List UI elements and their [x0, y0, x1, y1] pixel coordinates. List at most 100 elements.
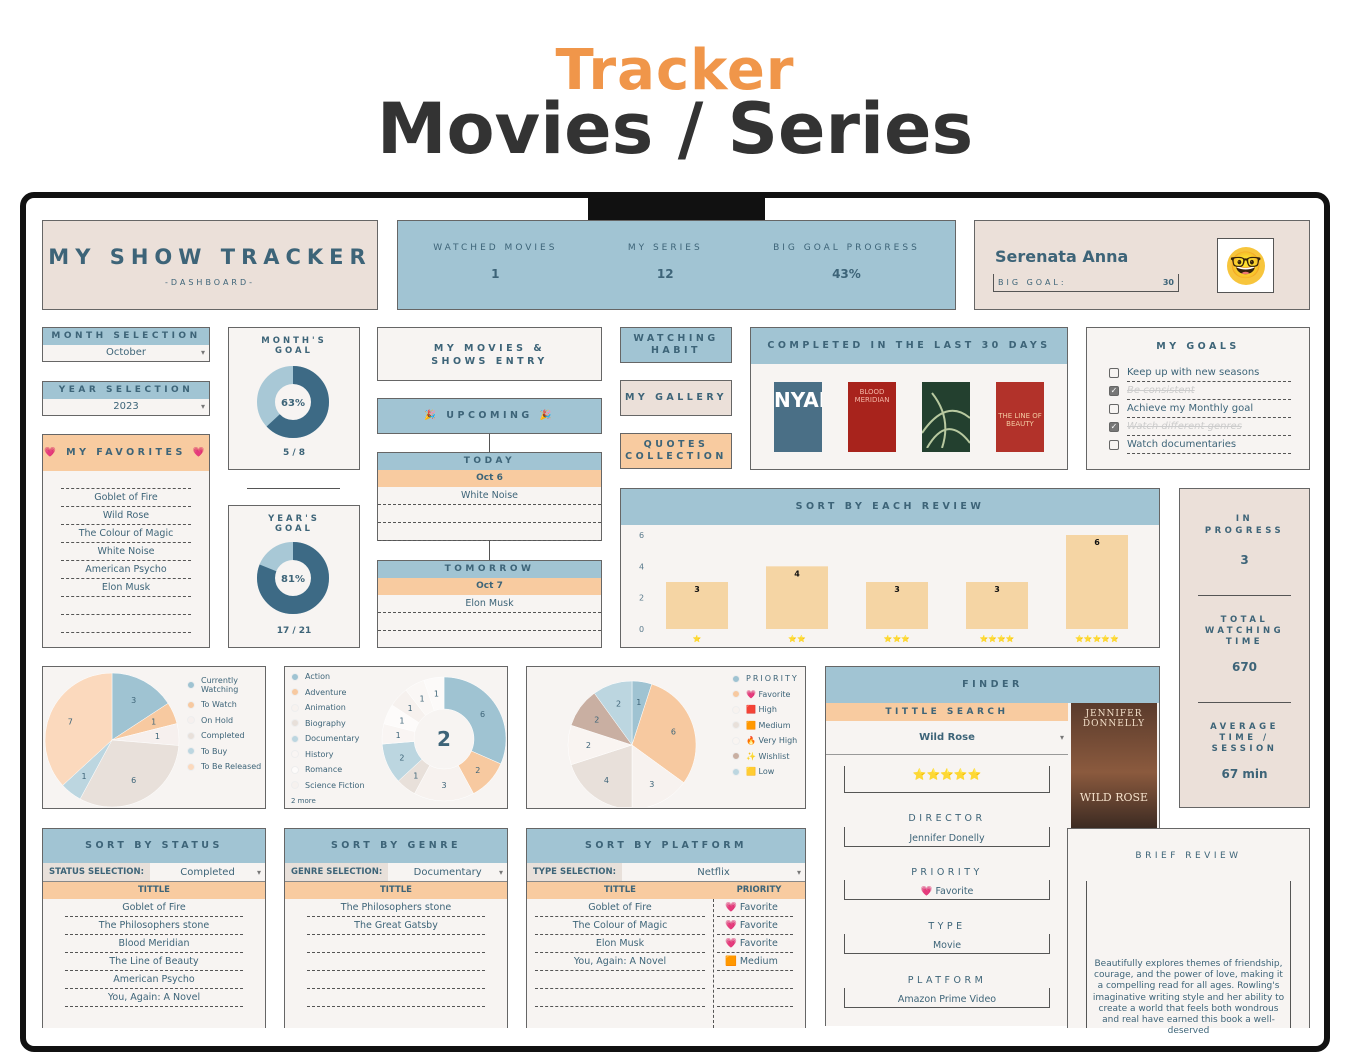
watching-habit-label: WATCHING HABIT	[633, 333, 719, 356]
legend-item: To Watch	[187, 697, 267, 713]
big-goal-label: BIG GOAL:	[998, 278, 1067, 287]
watching-habit-button[interactable]: WATCHING HABIT	[620, 327, 732, 363]
month-goal-panel: MONTH'S GOAL 63% 5 / 8	[228, 327, 360, 470]
month-goal-donut: 63%	[257, 366, 329, 438]
upcoming-button[interactable]: 🎉 UPCOMING 🎉	[377, 398, 602, 434]
legend-swatch	[291, 781, 299, 790]
priority-label: PRIORITY	[911, 867, 983, 878]
favorites-title: MY FAVORITES	[66, 447, 186, 458]
table-row: Goblet of Fire 💗 Favorite	[527, 899, 805, 917]
year-goal-count: 17 / 21	[276, 626, 312, 636]
genre-donut-panel: Action Adventure Animation Biography Documen…	[284, 666, 508, 809]
poster-nyad[interactable]: NYAD	[774, 382, 822, 452]
review-chart-title: SORT BY EACH REVIEW	[621, 489, 1159, 525]
x-tick-label: ⭐⭐⭐⭐	[980, 634, 1015, 643]
slice-value-label: 1	[420, 695, 425, 704]
legend-swatch	[291, 688, 299, 697]
status-table-title: SORT BY STATUS	[43, 829, 265, 863]
upcoming-label: UPCOMING	[446, 410, 533, 421]
row-title: The Colour of Magic	[535, 917, 705, 935]
table-row	[307, 971, 485, 989]
legend-label: Romance	[305, 765, 343, 775]
legend-item: 🟨 Low	[732, 764, 807, 780]
brief-review-text: Beautifully explores themes of friendshi…	[1092, 959, 1285, 1037]
movies-shows-entry-button[interactable]: MY MOVIES & SHOWS ENTRY	[377, 327, 602, 381]
slice-value-label: 1	[636, 698, 641, 707]
slice-value-label: 2	[586, 741, 591, 750]
dashboard-title-panel: MY SHOW TRACKER -DASHBOARD-	[42, 220, 378, 310]
legend-label: PRIORITY	[746, 674, 799, 684]
completed-panel: COMPLETED IN THE LAST 30 DAYS NYAD BLOOD…	[750, 327, 1068, 470]
row-priority	[717, 989, 793, 1007]
completed-title: COMPLETED IN THE LAST 30 DAYS	[751, 328, 1067, 364]
legend-label: Animation	[305, 703, 346, 713]
summary-panel: IN PROGRESS 3 TOTAL WATCHING TIME 670 AV…	[1179, 488, 1310, 808]
legend-label: Action	[305, 672, 331, 682]
year-select[interactable]: 2023	[43, 399, 209, 415]
month-select[interactable]: October	[43, 345, 209, 361]
table-row: Elon Musk 💗 Favorite	[527, 935, 805, 953]
legend-swatch	[187, 747, 195, 756]
year-selection: YEAR SELECTION 2023	[42, 381, 210, 416]
favorite-item: Wild Rose	[61, 507, 191, 525]
legend-label: 🟥 High	[746, 705, 777, 715]
year-selection-label: YEAR SELECTION	[43, 382, 209, 399]
avatar[interactable]: 🤓	[1217, 238, 1274, 293]
finder-poster: JENNIFER DONNELLY WILD ROSE	[1071, 703, 1157, 829]
goal-checkbox[interactable]	[1109, 368, 1119, 378]
genre-select[interactable]: Documentary	[388, 863, 507, 882]
goal-text: Be consistent	[1127, 382, 1291, 400]
gallery-button[interactable]: MY GALLERY	[620, 380, 732, 416]
slice-value-label: 6	[671, 728, 676, 737]
legend-item: 🟥 High	[732, 702, 807, 718]
legend-item: Completed	[187, 728, 267, 744]
favorites-panel: 💗 MY FAVORITES 💗 Goblet of Fire Wild Rose…	[42, 434, 210, 648]
connector-line	[489, 434, 490, 452]
stat-label: WATCHED MOVIES	[433, 243, 558, 253]
legend-swatch	[291, 750, 299, 759]
goal-checkbox[interactable]	[1109, 404, 1119, 414]
table-row: The Line of Beauty	[65, 953, 243, 971]
priority-value: 💗 Favorite	[844, 880, 1050, 900]
goal-checkbox[interactable]: ✓	[1109, 386, 1119, 396]
tomorrow-label: TOMORROW	[378, 561, 601, 578]
slice-value-label: 1	[155, 732, 160, 741]
genre-donut-chart: 62312111112	[381, 676, 507, 802]
slice-value-label: 3	[441, 781, 446, 790]
row-priority: 💗 Favorite	[717, 917, 793, 935]
platform-filter: TYPE SELECTION: Netflix	[527, 863, 805, 882]
legend-swatch	[732, 674, 740, 683]
poster-blood-meridian[interactable]: BLOOD MERIDIAN	[848, 382, 896, 452]
table-row: You, Again: A Novel 🟧 Medium	[527, 953, 805, 971]
legend-swatch	[187, 681, 195, 689]
table-row: The Philosophers stone	[307, 899, 485, 917]
title-search-select[interactable]: Wild Rose	[826, 721, 1068, 755]
goal-item: ✓ Be consistent	[1109, 382, 1291, 400]
legend-item: Currently Watching	[187, 673, 267, 697]
column-header: TITTLE	[43, 882, 265, 899]
goal-item: Watch documentaries	[1109, 436, 1291, 454]
quotes-collection-button[interactable]: QUOTES COLLECTION	[620, 433, 732, 469]
slice-value-label: 2	[616, 700, 621, 709]
table-row	[527, 989, 805, 1007]
column-headers: TITTLE PRIORITY	[527, 882, 805, 899]
today-item: White Noise	[378, 487, 601, 505]
poster-line-of-beauty[interactable]: THE LINE OF BEAUTY	[996, 382, 1044, 452]
platform-select[interactable]: Netflix	[622, 863, 805, 882]
tomorrow-panel: TOMORROW Oct 7 Elon Musk	[377, 560, 602, 648]
column-header: TITTLE	[285, 882, 507, 899]
slice-value-label: 3	[131, 696, 136, 705]
legend-item: ✨ Wishlist	[732, 749, 807, 765]
row-priority	[717, 971, 793, 989]
stat-watched-movies: WATCHED MOVIES 1	[433, 243, 557, 309]
status-select[interactable]: Completed	[150, 863, 265, 882]
slice-value-label: 1	[413, 771, 418, 780]
year-goal-panel: YEAR'S GOAL 81% 17 / 21	[228, 505, 360, 648]
goal-checkbox[interactable]: ✓	[1109, 422, 1119, 432]
legend-swatch	[291, 734, 299, 743]
legend-more-link[interactable]: 2 more	[291, 797, 316, 805]
goal-checkbox[interactable]	[1109, 440, 1119, 450]
slice-value-label: 1	[396, 731, 401, 740]
poster-lily-pads[interactable]	[922, 382, 970, 452]
bar-value-label: 6	[1094, 538, 1100, 547]
